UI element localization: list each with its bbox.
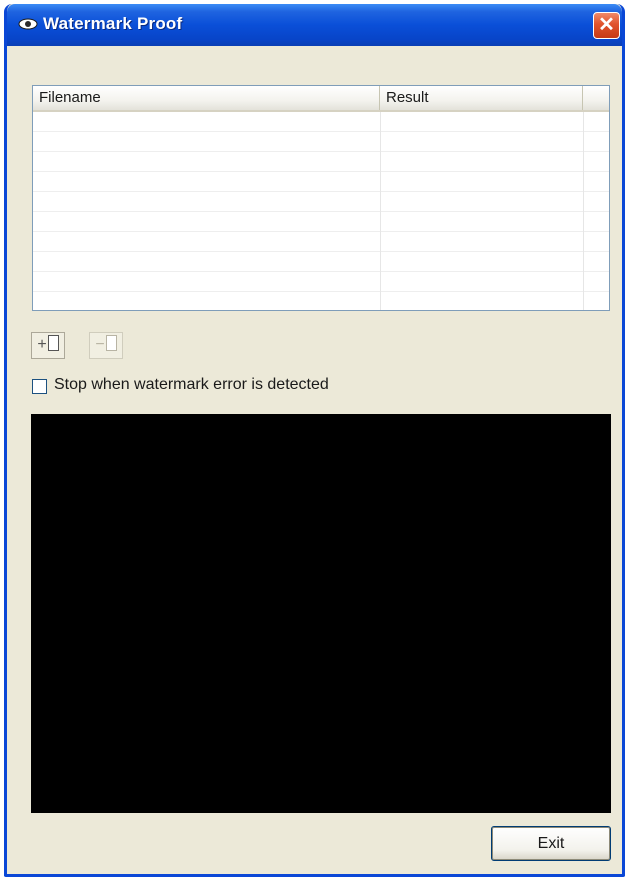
stop-on-error-checkbox[interactable] [32, 379, 47, 394]
close-icon: ✕ [598, 14, 615, 36]
add-file-icon: + [37, 335, 59, 353]
file-list-body[interactable] [33, 112, 609, 310]
watermark-proof-window: Watermark Proof ✕ Filename Result + − St… [4, 4, 625, 877]
eye-icon [17, 16, 39, 32]
add-file-button[interactable]: + [31, 332, 65, 359]
close-button[interactable]: ✕ [593, 12, 620, 39]
window-title: Watermark Proof [43, 14, 183, 33]
column-divider [380, 112, 381, 310]
remove-file-icon: − [95, 335, 117, 353]
file-list-header: Filename Result [33, 86, 609, 112]
preview-area [31, 414, 611, 813]
column-header-filler [583, 86, 609, 110]
title-bar[interactable]: Watermark Proof ✕ [7, 4, 622, 46]
stop-on-error-label[interactable]: Stop when watermark error is detected [54, 376, 329, 394]
exit-button[interactable]: Exit [491, 826, 611, 861]
file-list[interactable]: Filename Result [32, 85, 610, 311]
remove-file-button[interactable]: − [89, 332, 123, 359]
column-header-result[interactable]: Result [380, 86, 583, 110]
column-header-filename[interactable]: Filename [33, 86, 380, 110]
column-divider [583, 112, 584, 310]
